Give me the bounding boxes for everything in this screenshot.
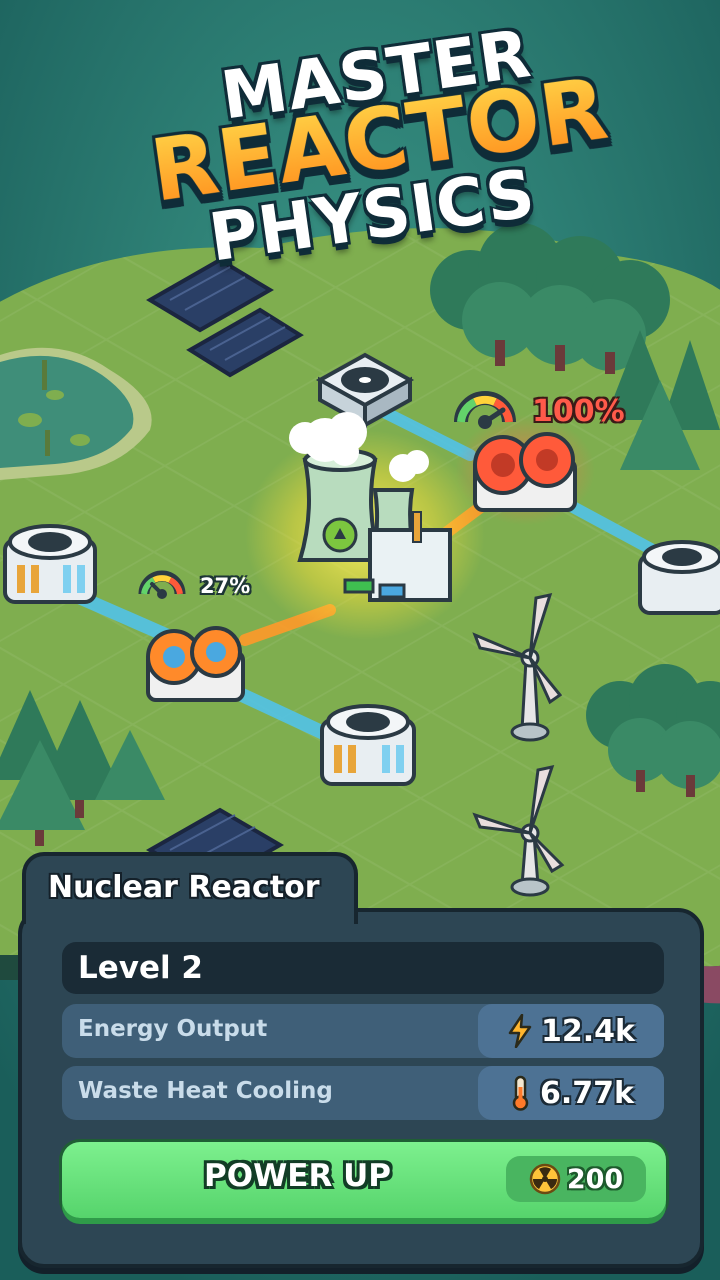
stat-row-waste-heat-cooling: Waste Heat Cooling 6.77k [62, 1066, 664, 1120]
stat-label-waste-heat-cooling: Waste Heat Cooling [78, 1078, 333, 1104]
level-row: Level 2 [62, 942, 664, 994]
power-up-button[interactable]: POWER UP 200 [62, 1142, 666, 1218]
generator-big-output-label: 100% [532, 394, 625, 429]
stat-label-energy-output: Energy Output [78, 1016, 268, 1042]
power-up-cost: 200 [506, 1156, 646, 1202]
power-up-cost-value: 200 [566, 1163, 624, 1195]
thermometer-icon [512, 1075, 529, 1111]
panel-title-tab: Nuclear Reactor [22, 852, 358, 924]
stat-value-energy-output: 12.4k [478, 1004, 664, 1058]
lightning-icon [508, 1014, 532, 1048]
building-info-panel: Level 2 Energy Output 12.4k Waste Heat C… [18, 908, 704, 1268]
power-up-label: POWER UP [204, 1158, 391, 1194]
waste-heat-cooling-value: 6.77k [540, 1075, 634, 1111]
level-label: Level 2 [78, 950, 203, 986]
generator-small-output: 27% [194, 574, 256, 598]
stat-row-energy-output: Energy Output 12.4k [62, 1004, 664, 1058]
energy-output-value: 12.4k [541, 1013, 635, 1049]
stat-value-waste-heat-cooling: 6.77k [478, 1066, 664, 1120]
generator-big-output: 100% [532, 394, 625, 429]
panel-title: Nuclear Reactor [48, 870, 320, 905]
radiation-coin-icon [529, 1163, 561, 1195]
generator-small-output-label: 27% [200, 574, 251, 598]
